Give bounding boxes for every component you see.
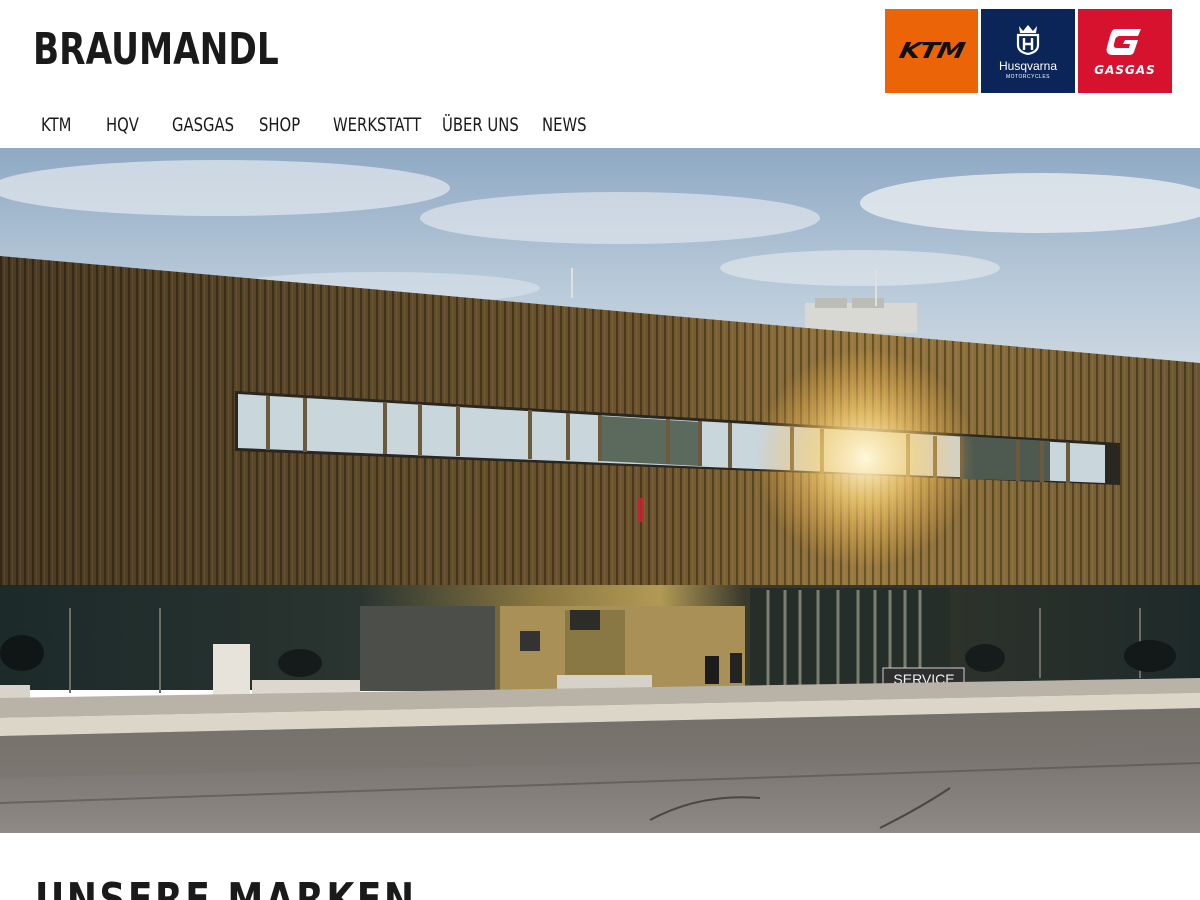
- nav-item-shop[interactable]: SHOP: [259, 110, 300, 140]
- nav-item-ktm[interactable]: KTM: [41, 110, 71, 140]
- husqvarna-brand-logo[interactable]: Husqvarna MOTORCYCLES: [981, 9, 1075, 93]
- nav-item-news[interactable]: NEWS: [542, 110, 587, 140]
- dealership-building-photo: SERVICE: [0, 148, 1200, 833]
- section-title-brands: UNSERE MARKEN: [35, 874, 417, 900]
- site-header: BRAUMANDL KTM Husqvarna MOTORCYCLES GASG…: [0, 0, 1200, 148]
- nav-item-werkstatt[interactable]: WERKSTATT: [333, 110, 421, 140]
- ktm-brand-logo[interactable]: KTM: [885, 9, 978, 93]
- gasgas-logo-text: GASGAS: [1094, 63, 1156, 77]
- husqvarna-logo-text: Husqvarna: [998, 58, 1058, 73]
- hero-image: SERVICE: [0, 148, 1200, 833]
- gasgas-g-icon: [1106, 29, 1141, 55]
- husqvarna-logo-subtext: MOTORCYCLES: [1005, 73, 1051, 80]
- site-logo[interactable]: BRAUMANDL: [33, 22, 279, 78]
- gasgas-brand-logo[interactable]: GASGAS: [1078, 9, 1172, 93]
- ktm-logo-text: KTM: [896, 38, 966, 64]
- nav-item-gasgas[interactable]: GASGAS: [172, 110, 234, 140]
- nav-item-hqv[interactable]: HQV: [106, 110, 139, 140]
- brand-logos: KTM Husqvarna MOTORCYCLES GASGAS: [885, 9, 1172, 93]
- husqvarna-crest-icon: [1016, 24, 1040, 55]
- nav-item-ueber-uns[interactable]: ÜBER UNS: [442, 110, 519, 140]
